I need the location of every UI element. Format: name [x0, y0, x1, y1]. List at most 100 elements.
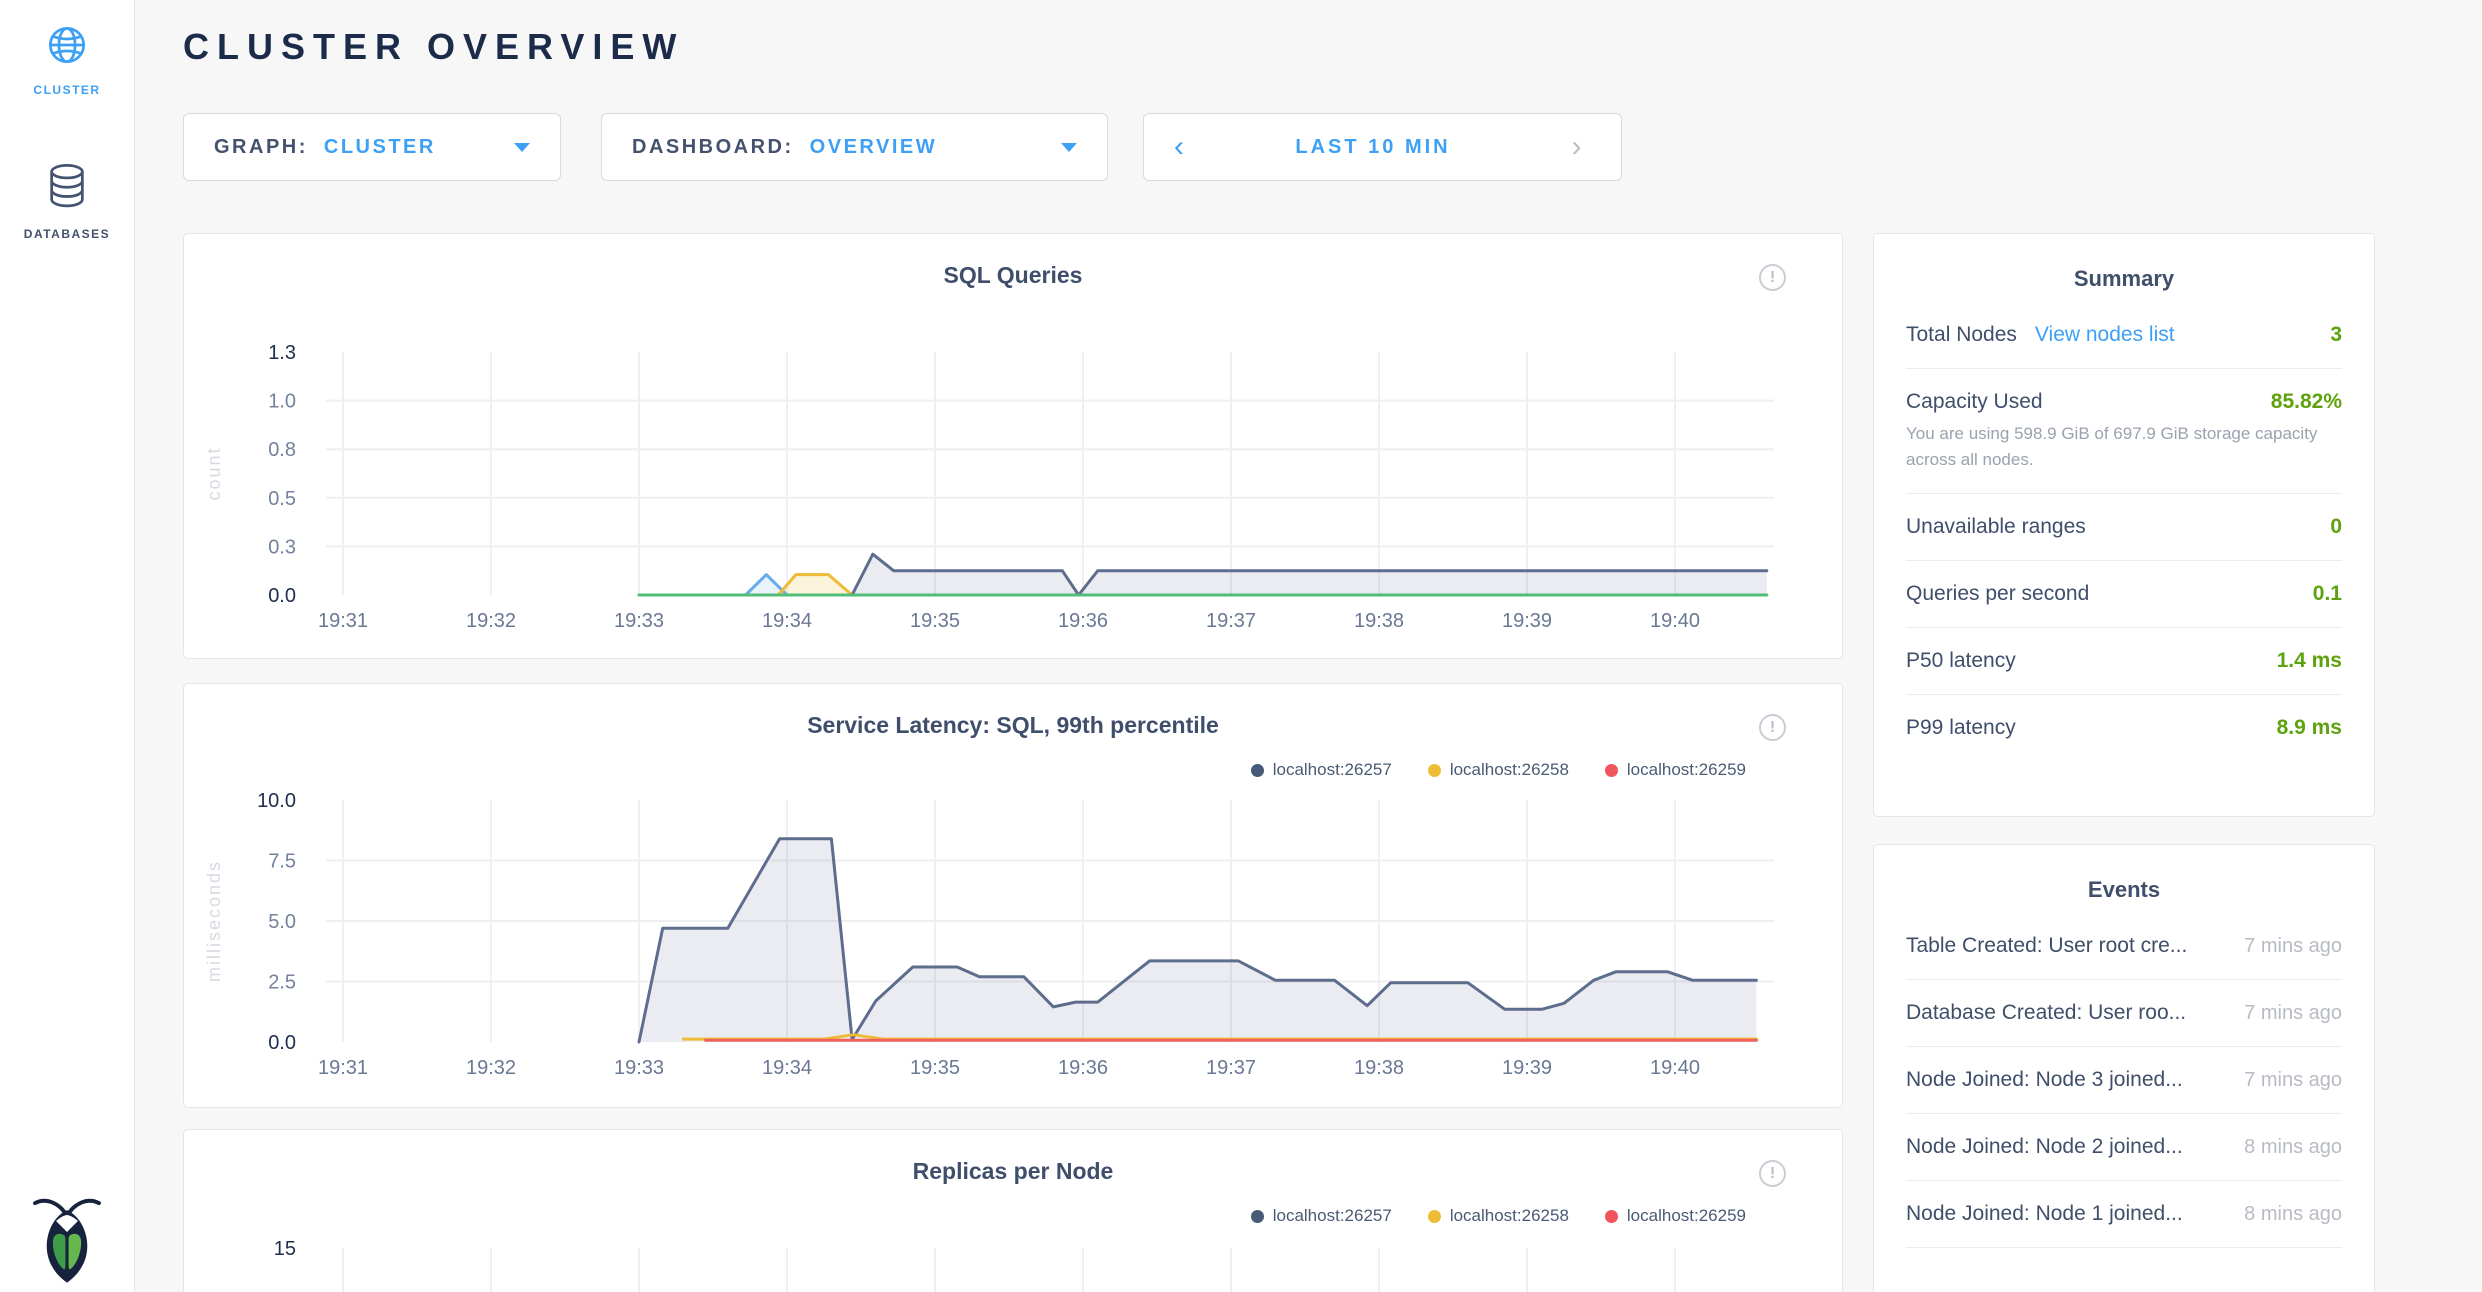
- svg-text:19:33: 19:33: [614, 610, 664, 632]
- sidebar: CLUSTER DATABASES: [0, 0, 135, 1292]
- svg-text:0.0: 0.0: [268, 1032, 296, 1054]
- event-text: Node Joined: Node 3 joined...: [1906, 1068, 2183, 1092]
- dashboard-dropdown-value: OVERVIEW: [810, 136, 937, 159]
- databases-icon: [44, 162, 90, 212]
- graph-dropdown-value: CLUSTER: [324, 136, 436, 159]
- summary-subtext: You are using 598.9 GiB of 697.9 GiB sto…: [1906, 421, 2338, 472]
- chevron-right-icon: ›: [1572, 130, 1582, 163]
- svg-text:1.3: 1.3: [268, 342, 296, 364]
- svg-text:count: count: [204, 446, 224, 500]
- svg-text:19:37: 19:37: [1206, 610, 1256, 632]
- summary-panel: Summary Total Nodes View nodes list 3 Capac…: [1873, 233, 2375, 817]
- cluster-globe-icon: [44, 22, 90, 68]
- view-nodes-link[interactable]: View nodes list: [2035, 323, 2175, 347]
- summary-row: Total Nodes View nodes list 3: [1906, 302, 2342, 368]
- service-latency-plot[interactable]: 10.0 7.5 5.0 2.5 0.0 19:31 19:32 19:33 19:34 19:3…: [184, 684, 1844, 1109]
- svg-text:19:39: 19:39: [1502, 1057, 1552, 1079]
- summary-row: Unavailable ranges0: [1906, 493, 2342, 560]
- events-panel: Events Table Created: User root cre... 7 …: [1873, 844, 2375, 1292]
- sidebar-item-databases[interactable]: DATABASES: [0, 162, 134, 241]
- event-row[interactable]: Node Joined: Node 2 joined... 8 mins ago: [1906, 1114, 2342, 1181]
- svg-text:19:35: 19:35: [910, 610, 960, 632]
- events-title: Events: [1906, 877, 2342, 903]
- dashboard-dropdown[interactable]: DASHBOARD: OVERVIEW: [601, 113, 1108, 181]
- replicas-per-node-plot[interactable]: 151019:3119:3219:3319:3419:3519:3619:371…: [184, 1130, 1844, 1292]
- svg-text:19:34: 19:34: [762, 1057, 812, 1079]
- cockroachdb-bug-icon: [28, 1186, 106, 1292]
- svg-text:milliseconds: milliseconds: [204, 860, 224, 982]
- summary-row: Queries per second 0.1: [1906, 560, 2342, 627]
- summary-label: Capacity Used: [1906, 390, 2043, 414]
- summary-label: Total Nodes: [1906, 323, 2017, 347]
- event-time: 8 mins ago: [2232, 1136, 2342, 1159]
- svg-text:19:38: 19:38: [1354, 610, 1404, 632]
- graph-dropdown-label: GRAPH:: [214, 136, 308, 159]
- svg-text:19:31: 19:31: [318, 610, 368, 632]
- svg-text:7.5: 7.5: [268, 851, 296, 873]
- event-rows: Table Created: User root cre... 7 mins ag…: [1906, 913, 2342, 1248]
- event-text: Table Created: User root cre...: [1906, 934, 2187, 958]
- event-text: Node Joined: Node 1 joined...: [1906, 1202, 2183, 1226]
- svg-text:0.5: 0.5: [268, 488, 296, 510]
- event-text: Node Joined: Node 2 joined...: [1906, 1135, 2183, 1159]
- svg-text:19:31: 19:31: [318, 1057, 368, 1079]
- sidebar-item-cluster[interactable]: CLUSTER: [0, 22, 134, 97]
- event-row[interactable]: Node Joined: Node 1 joined... 8 mins ago: [1906, 1181, 2342, 1248]
- summary-value: 0.1: [2313, 582, 2342, 606]
- svg-text:19:40: 19:40: [1650, 1057, 1700, 1079]
- summary-row: Capacity Used 85.82% You are using 598.9 G…: [1906, 368, 2342, 493]
- event-row[interactable]: Database Created: User roo... 7 mins ago: [1906, 980, 2342, 1047]
- event-text: Database Created: User roo...: [1906, 1001, 2186, 1025]
- time-range-prev-button[interactable]: ‹: [1144, 114, 1214, 180]
- sidebar-item-label: CLUSTER: [0, 83, 134, 97]
- cockroachdb-logo[interactable]: [0, 1186, 134, 1292]
- svg-text:0.3: 0.3: [268, 536, 296, 558]
- svg-text:1.0: 1.0: [268, 391, 296, 413]
- event-time: 7 mins ago: [2232, 935, 2342, 958]
- svg-text:5.0: 5.0: [268, 911, 296, 933]
- svg-text:19:34: 19:34: [762, 610, 812, 632]
- summary-row: P50 latency 1.4 ms: [1906, 627, 2342, 694]
- summary-value: 85.82%: [2271, 390, 2342, 414]
- svg-text:19:36: 19:36: [1058, 1057, 1108, 1079]
- svg-text:19:32: 19:32: [466, 1057, 516, 1079]
- event-row[interactable]: Table Created: User root cre... 7 mins ag…: [1906, 913, 2342, 980]
- sql-queries-plot[interactable]: 1.3 1.0 0.8 0.5 0.3 0.0 19:31 19:32 19:33 19:34 19…: [184, 234, 1844, 660]
- summary-value: 1.4 ms: [2277, 649, 2342, 673]
- summary-label: Queries per second: [1906, 582, 2089, 606]
- svg-text:19:38: 19:38: [1354, 1057, 1404, 1079]
- time-range-next-button[interactable]: ›: [1532, 114, 1621, 180]
- time-range-button[interactable]: LAST 10 MIN: [1214, 114, 1532, 180]
- svg-text:2.5: 2.5: [268, 972, 296, 994]
- summary-label: P50 latency: [1906, 649, 2016, 673]
- chevron-down-icon: [514, 143, 530, 152]
- svg-text:19:32: 19:32: [466, 610, 516, 632]
- svg-text:0.0: 0.0: [268, 585, 296, 607]
- sidebar-item-label: DATABASES: [0, 227, 134, 241]
- svg-text:19:40: 19:40: [1650, 610, 1700, 632]
- graph-dropdown[interactable]: GRAPH: CLUSTER: [183, 113, 561, 181]
- summary-label: P99 latency: [1906, 716, 2016, 740]
- event-time: 8 mins ago: [2232, 1203, 2342, 1226]
- chevron-down-icon: [1061, 143, 1077, 152]
- summary-rows: Total Nodes View nodes list 3 Capacity Used…: [1906, 302, 2342, 761]
- summary-value: 3: [2330, 323, 2342, 347]
- dashboard-dropdown-label: DASHBOARD:: [632, 136, 794, 159]
- svg-text:19:36: 19:36: [1058, 610, 1108, 632]
- summary-value: 8.9 ms: [2277, 716, 2342, 740]
- event-time: 7 mins ago: [2232, 1069, 2342, 1092]
- summary-row: P99 latency 8.9 ms: [1906, 694, 2342, 761]
- svg-text:19:33: 19:33: [614, 1057, 664, 1079]
- chart-card-service-latency: Service Latency: SQL, 99th percentile ! …: [183, 683, 1843, 1108]
- svg-text:19:35: 19:35: [910, 1057, 960, 1079]
- summary-title: Summary: [1906, 266, 2342, 292]
- time-range-selector: ‹ LAST 10 MIN ›: [1143, 113, 1622, 181]
- event-row[interactable]: Node Joined: Node 3 joined... 7 mins ago: [1906, 1047, 2342, 1114]
- chart-card-replicas-per-node: Replicas per Node ! localhost:26257local…: [183, 1129, 1843, 1292]
- chart-card-sql-queries: SQL Queries ! 1.31.00.80.50.30.019:3119:…: [183, 233, 1843, 659]
- svg-text:10.0: 10.0: [257, 790, 296, 812]
- svg-text:0.8: 0.8: [268, 439, 296, 461]
- event-time: 7 mins ago: [2232, 1002, 2342, 1025]
- svg-text:15: 15: [274, 1238, 296, 1260]
- summary-value: 0: [2330, 515, 2342, 539]
